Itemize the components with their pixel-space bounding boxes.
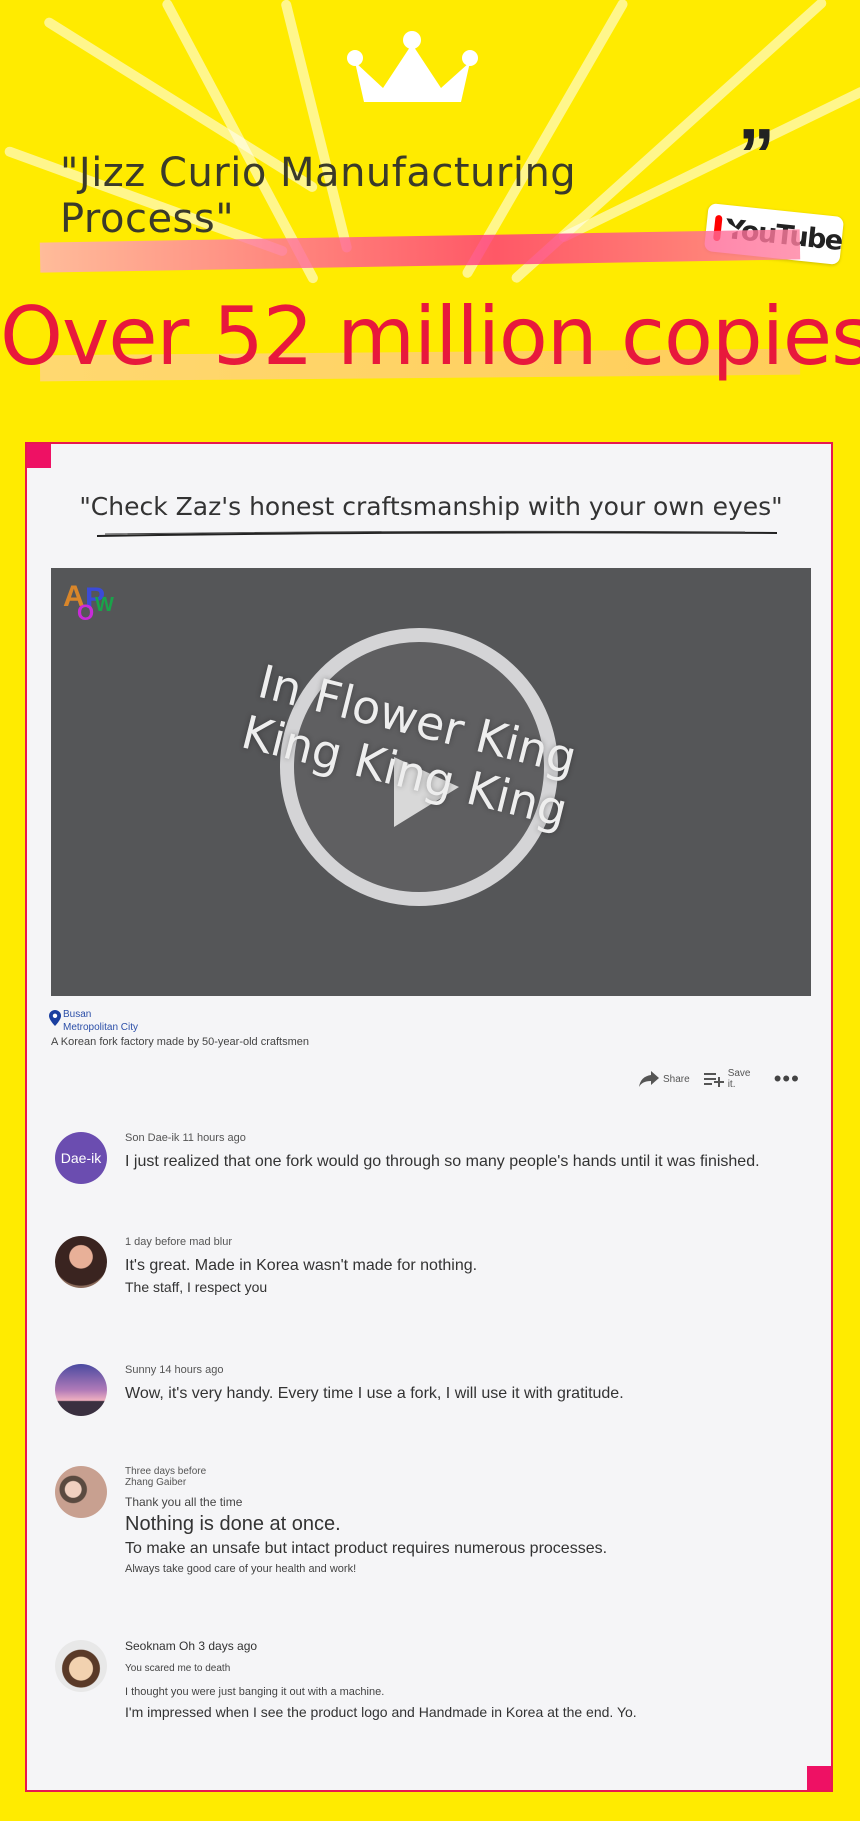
save-button[interactable]: Save it. [703, 1068, 754, 1090]
card-subheading: "Check Zaz's honest craftsmanship with y… [79, 492, 783, 521]
comment-meta: Sunny 14 hours ago [125, 1364, 224, 1376]
comment-text: To make an unsafe but intact product req… [125, 1540, 608, 1557]
avatar [55, 1236, 107, 1288]
comment-text: I just realized that one fork would go t… [125, 1153, 760, 1170]
hero-title: "Jizz Curio Manufacturing Process" [60, 150, 577, 242]
closing-quote-mark: ” [738, 113, 775, 196]
video-card: "Check Zaz's honest craftsmanship with y… [25, 442, 833, 1792]
playlist-add-icon [703, 1073, 724, 1087]
comment-text: Thank you all the time [125, 1495, 243, 1509]
share-button[interactable]: Share [639, 1071, 690, 1087]
location-tag[interactable]: Busan Metropolitan City [47, 1008, 143, 1034]
avatar [55, 1364, 107, 1416]
comment-text: It's great. Made in Korea wasn't made fo… [125, 1257, 478, 1274]
location-label: Busan Metropolitan City [63, 1009, 139, 1033]
avatar [55, 1640, 107, 1692]
avatar [55, 1466, 107, 1518]
corner-accent [27, 444, 51, 468]
corner-accent [807, 1766, 831, 1790]
comment-meta: Three days before [125, 1466, 207, 1477]
comment-text: Always take good care of your health and… [125, 1563, 357, 1575]
comment-meta: Seoknam Oh 3 days ago [125, 1639, 258, 1653]
location-pin-icon [49, 1010, 61, 1026]
comment-meta: 1 day before mad blur [125, 1236, 233, 1248]
share-arrow-icon [639, 1071, 659, 1087]
brush-underline [96, 530, 778, 537]
comment-text: You scared me to death [125, 1663, 231, 1674]
channel-logo: A P O W [63, 580, 114, 625]
video-actions: Share Save it. ••• [639, 1064, 800, 1094]
hero-banner: "Jizz Curio Manufacturing Process" ” You… [0, 0, 860, 440]
comment-text: The staff, I respect you [125, 1279, 268, 1295]
more-options-icon[interactable]: ••• [774, 1066, 800, 1092]
comment-text: Nothing is done at once. [125, 1513, 341, 1535]
headline: Over 52 million copies! [0, 290, 860, 383]
comment-author: Zhang Gaiber [125, 1477, 187, 1488]
comment-text: I thought you were just banging it out w… [125, 1686, 385, 1698]
avatar: Dae-ik [55, 1132, 107, 1184]
comment-text: I'm impressed when I see the product log… [125, 1704, 637, 1720]
video-player[interactable]: A P O W In Flower King King King King [51, 568, 811, 996]
crown-icon [347, 31, 478, 102]
comment-text: Wow, it's very handy. Every time I use a… [125, 1385, 624, 1402]
comment-meta: Son Dae-ik 11 hours ago [125, 1132, 246, 1144]
video-caption: A Korean fork factory made by 50-year-ol… [51, 1036, 310, 1048]
